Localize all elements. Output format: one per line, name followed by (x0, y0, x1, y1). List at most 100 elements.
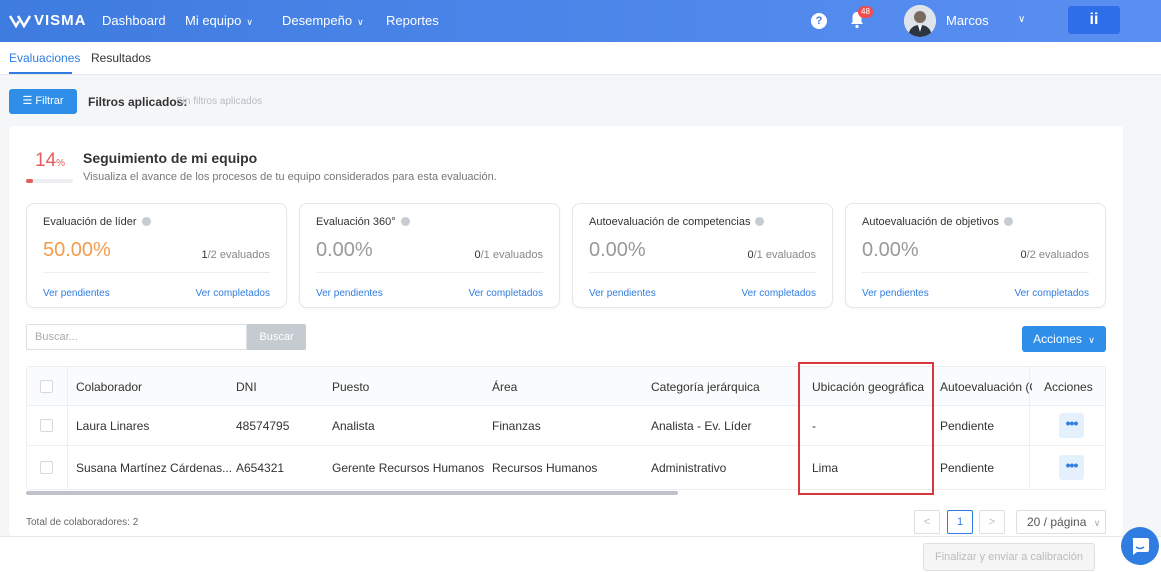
column-header[interactable]: Colaborador (76, 380, 142, 394)
nav-mi-equipo[interactable]: Mi equipo ∨ (185, 13, 253, 28)
stat-card-leader: Evaluación de líder 50.00% 1/2 evaluados… (26, 203, 287, 308)
chevron-down-icon: ∨ (357, 17, 364, 27)
stat-count-total: /1 evaluados (480, 249, 543, 261)
page-size-value: 20 / página (1027, 515, 1087, 529)
row-actions-button[interactable]: ••• (1059, 455, 1084, 480)
table-cell: Laura Linares (76, 419, 150, 433)
collaborators-table: Colaborador DNI Puesto Área Categoría je… (26, 366, 1106, 490)
divider (316, 272, 543, 273)
select-all-checkbox[interactable] (40, 380, 53, 393)
highlight-box (798, 362, 934, 495)
view-completed-link[interactable]: Ver completados (196, 288, 271, 299)
stat-count: 0/1 evaluados (747, 249, 816, 261)
prev-page-button[interactable]: < (914, 510, 940, 534)
column-header[interactable]: Autoevaluación (C (940, 380, 1032, 394)
table-cell: Pendiente (940, 419, 995, 433)
stat-title: Evaluación 360° (316, 216, 410, 228)
column-header[interactable]: Categoría jerárquica (651, 380, 760, 394)
nav-desempeno[interactable]: Desempeño ∨ (282, 13, 364, 28)
stat-card-360: Evaluación 360° 0.00% 0/1 evaluados Ver … (299, 203, 560, 308)
applied-filters-label: Filtros aplicados: (88, 95, 188, 109)
table-cell: Analista - Ev. Líder (651, 419, 752, 433)
filter-button-label: Filtrar (35, 95, 64, 107)
stat-title-text: Evaluación de líder (43, 216, 137, 228)
top-nav: VISMA Dashboard Mi equipo ∨ Desempeño ∨ Re… (0, 0, 1161, 42)
nav-dashboard[interactable]: Dashboard (102, 13, 166, 28)
column-header[interactable]: DNI (236, 380, 257, 394)
filter-icon: ☰ (22, 95, 33, 107)
column-header[interactable]: Puesto (332, 380, 369, 394)
info-icon[interactable] (755, 217, 765, 226)
team-subtitle: Visualiza el avance de los procesos de t… (83, 171, 497, 183)
finish-submit-button[interactable]: Finalizar y enviar a calibración (923, 543, 1095, 571)
search-button[interactable]: Buscar (247, 324, 306, 350)
view-pending-link[interactable]: Ver pendientes (43, 288, 110, 299)
column-header: Acciones (1044, 380, 1093, 394)
stat-title: Autoevaluación de objetivos (862, 216, 1013, 228)
tab-resultados[interactable]: Resultados (91, 51, 151, 65)
info-icon[interactable] (400, 217, 410, 226)
stat-percent: 0.00% (316, 239, 373, 261)
row-checkbox[interactable] (40, 461, 53, 474)
stat-card-self-objectives: Autoevaluación de objetivos 0.00% 0/2 ev… (845, 203, 1106, 308)
actions-button[interactable]: Acciones ∨ (1022, 326, 1106, 352)
nav-reportes[interactable]: Reportes (386, 13, 439, 28)
visma-logo[interactable]: VISMA (9, 12, 87, 29)
stat-count: 0/2 evaluados (1020, 249, 1089, 261)
avatar-icon (904, 5, 936, 37)
total-collaborators: Total de colaboradores: 2 (26, 517, 139, 528)
nav-desempeno-label: Desempeño (282, 13, 353, 28)
row-checkbox[interactable] (40, 419, 53, 432)
stat-percent: 0.00% (862, 239, 919, 261)
divider (67, 367, 68, 489)
stat-percent: 0.00% (589, 239, 646, 261)
table-cell: Analista (332, 419, 375, 433)
apps-button[interactable]: ii (1068, 6, 1120, 34)
logo-text: VISMA (34, 12, 87, 29)
chevron-down-icon: ∨ (1093, 518, 1101, 528)
active-tab-indicator (9, 72, 72, 74)
column-header[interactable]: Área (492, 380, 517, 394)
stat-title-text: Autoevaluación de objetivos (862, 216, 999, 228)
row-actions-button[interactable]: ••• (1059, 413, 1084, 438)
chat-button[interactable] (1121, 527, 1159, 565)
table-cell: Gerente Recursos Humanos (332, 461, 485, 475)
user-name[interactable]: Marcos (946, 13, 989, 28)
chevron-down-icon[interactable]: ∨ (1018, 14, 1025, 25)
view-completed-link[interactable]: Ver completados (742, 288, 817, 299)
view-pending-link[interactable]: Ver pendientes (862, 288, 929, 299)
table-cell: 48574795 (236, 419, 290, 433)
next-page-button[interactable]: > (979, 510, 1005, 534)
info-icon[interactable] (1003, 217, 1013, 226)
applied-filters-value: Sin filtros aplicados (176, 96, 263, 107)
help-icon[interactable]: ? (811, 13, 827, 29)
stat-percent: 50.00% (43, 239, 111, 261)
view-pending-link[interactable]: Ver pendientes (316, 288, 383, 299)
nav-mi-equipo-label: Mi equipo (185, 13, 242, 28)
search-input[interactable]: Buscar... (26, 324, 247, 350)
divider (1029, 367, 1030, 489)
view-pending-link[interactable]: Ver pendientes (589, 288, 656, 299)
tab-evaluaciones[interactable]: Evaluaciones (9, 51, 80, 65)
table-cell: Administrativo (651, 461, 727, 475)
team-percent-number: 14 (35, 150, 57, 171)
filter-button[interactable]: ☰ Filtrar (9, 89, 77, 114)
view-completed-link[interactable]: Ver completados (469, 288, 544, 299)
table-cell: A654321 (236, 461, 285, 475)
table-cell: Susana Martínez Cárdenas... (76, 461, 233, 475)
horizontal-scrollbar[interactable] (26, 491, 678, 495)
team-progress-fill (26, 179, 33, 183)
team-progress-bar (26, 179, 73, 183)
chevron-down-icon: ∨ (246, 17, 253, 27)
page-1-button[interactable]: 1 (947, 510, 973, 534)
table-cell: Finanzas (492, 419, 541, 433)
view-completed-link[interactable]: Ver completados (1015, 288, 1090, 299)
visma-logo-icon (9, 14, 31, 28)
stat-count: 0/1 evaluados (474, 249, 543, 261)
stat-count: 1/2 evaluados (201, 249, 270, 261)
chat-icon (1132, 538, 1149, 555)
user-avatar[interactable] (904, 5, 936, 37)
info-icon[interactable] (141, 217, 151, 226)
divider (27, 445, 1105, 446)
page-size-select[interactable]: 20 / página ∨ (1016, 510, 1106, 534)
